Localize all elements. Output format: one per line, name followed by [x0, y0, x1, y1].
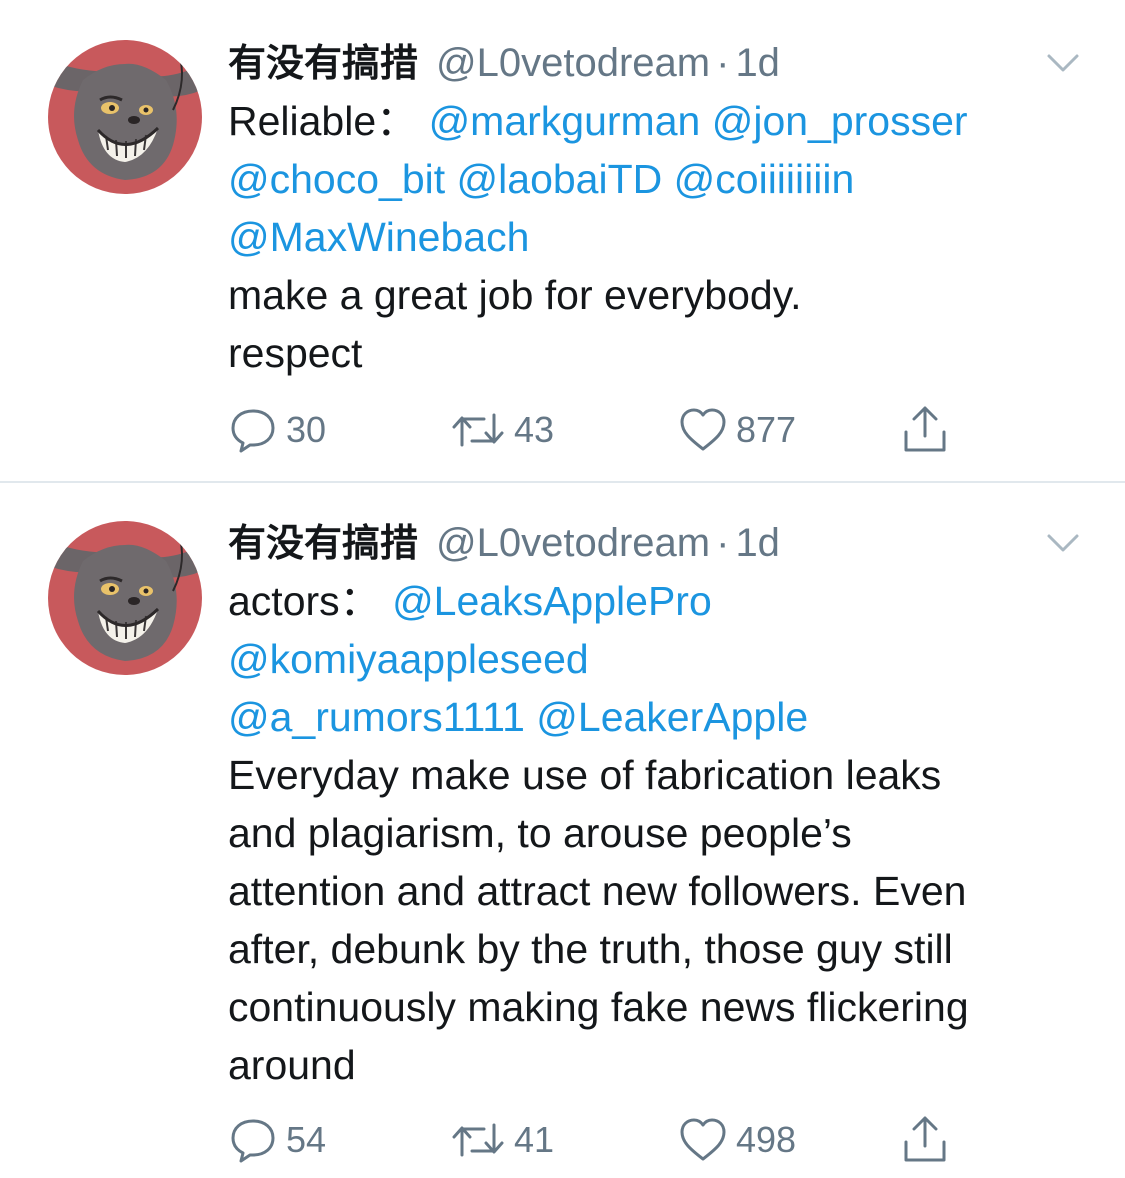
retweet-count: 43 [514, 409, 555, 450]
text-line: attention and attract new followers. Eve… [228, 868, 967, 914]
tweet[interactable]: 有没有搞措 @L0vetodream · 1d Reliable： @markg… [0, 0, 1125, 483]
like-icon [680, 408, 726, 451]
mention-link[interactable]: @LeakerApple [536, 694, 808, 740]
text-line: around [228, 1042, 356, 1088]
avatar[interactable] [48, 521, 202, 675]
text-line: Reliable： @markgurman @jon_prosser [228, 92, 1085, 150]
tweet[interactable]: 有没有搞措 @L0vetodream · 1d actors： @LeaksAp… [0, 483, 1125, 1178]
tweet-header: 有没有搞措 @L0vetodream · 1d [228, 36, 1085, 90]
tweet-content: 有没有搞措 @L0vetodream · 1d Reliable： @markg… [228, 36, 1085, 382]
mention-link[interactable]: @choco_bit [228, 156, 445, 202]
text-line: @komiyaappleseed [228, 630, 1085, 688]
text-line: actors： @LeaksApplePro [228, 572, 1085, 630]
text-line: after, debunk by the truth, those guy st… [228, 926, 953, 972]
intro-text: actors： [228, 578, 381, 624]
reply-button[interactable]: 30 [228, 400, 326, 460]
retweet-button[interactable]: 43 [450, 400, 554, 460]
tweet-actions: 30 43 877 [228, 400, 988, 460]
display-name[interactable]: 有没有搞措 [228, 36, 418, 90]
like-icon [680, 1118, 726, 1161]
cartoon-cat-avatar-icon [48, 40, 202, 194]
share-icon [904, 406, 946, 452]
reply-count: 54 [286, 1119, 327, 1160]
more-options-chevron-icon[interactable] [1043, 528, 1083, 558]
like-count: 877 [736, 409, 797, 450]
text-line: @MaxWinebach [228, 208, 1085, 266]
retweet-button[interactable]: 41 [450, 1110, 554, 1170]
mention-link[interactable]: @coiiiiiiiin [674, 156, 855, 202]
intro-text: Reliable： [228, 98, 418, 144]
mention-link[interactable]: @MaxWinebach [228, 214, 529, 260]
tweet-actions: 54 41 498 [228, 1110, 988, 1170]
user-handle[interactable]: @L0vetodream [436, 36, 710, 90]
text-line: @choco_bit @laobaiTD @coiiiiiiiin [228, 150, 1085, 208]
reply-icon [231, 1119, 275, 1163]
separator: · [716, 521, 730, 565]
more-options-chevron-icon[interactable] [1043, 48, 1083, 78]
mention-link[interactable]: @laobaiTD [457, 156, 663, 202]
tweet-header: 有没有搞措 @L0vetodream · 1d [228, 516, 1085, 570]
like-button[interactable]: 498 [678, 1110, 796, 1170]
mention-link[interactable]: @markgurman [429, 98, 701, 144]
retweet-icon [452, 413, 504, 447]
like-button[interactable]: 877 [678, 400, 796, 460]
retweet-count: 41 [514, 1119, 555, 1160]
timestamp[interactable]: 1d [735, 36, 780, 90]
tweet-text: Reliable： @markgurman @jon_prosser @choc… [228, 92, 1085, 382]
share-button[interactable] [900, 1110, 950, 1170]
like-count: 498 [736, 1119, 797, 1160]
share-icon [904, 1116, 946, 1162]
avatar[interactable] [48, 40, 202, 194]
retweet-icon [452, 1123, 504, 1157]
text-line: make a great job for everybody. [228, 272, 802, 318]
tweet-text: actors： @LeaksApplePro @komiyaappleseed … [228, 572, 1085, 1094]
mention-link[interactable]: @LeaksApplePro [392, 578, 712, 624]
text-line: Everyday make use of fabrication leaks [228, 752, 942, 798]
user-handle[interactable]: @L0vetodream [436, 516, 710, 570]
text-line: @a_rumors1111 @LeakerApple [228, 688, 1085, 746]
tweet-content: 有没有搞措 @L0vetodream · 1d actors： @LeaksAp… [228, 516, 1085, 1094]
timestamp[interactable]: 1d [735, 516, 780, 570]
share-button[interactable] [900, 400, 950, 460]
reply-count: 30 [286, 409, 327, 450]
reply-icon [231, 409, 275, 453]
mention-link[interactable]: @a_rumors1111 [228, 694, 525, 740]
mention-link[interactable]: @komiyaappleseed [228, 636, 589, 682]
cartoon-cat-avatar-icon [48, 521, 202, 675]
text-line: continuously making fake news flickering [228, 984, 969, 1030]
reply-button[interactable]: 54 [228, 1110, 326, 1170]
separator: · [716, 41, 730, 85]
text-line: and plagiarism, to arouse people’s [228, 810, 852, 856]
display-name[interactable]: 有没有搞措 [228, 516, 418, 570]
text-line: respect [228, 330, 363, 376]
mention-link[interactable]: @jon_prosser [712, 98, 968, 144]
